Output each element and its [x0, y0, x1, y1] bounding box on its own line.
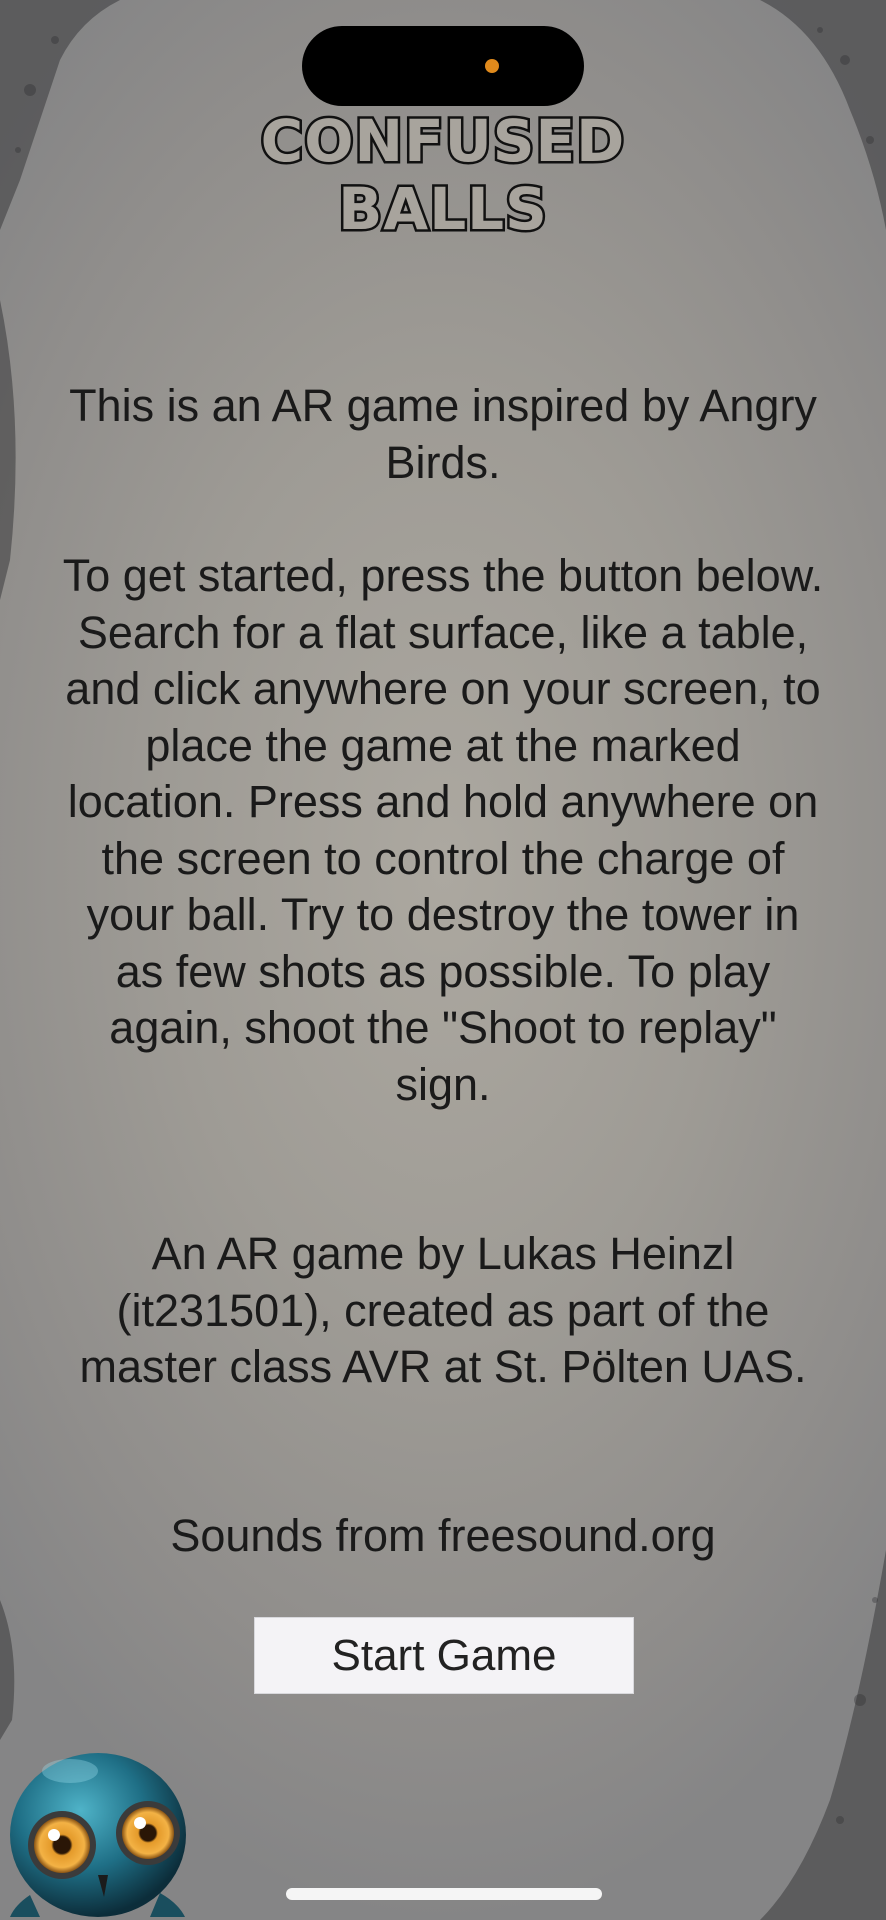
sounds-credit-text: Sounds from freesound.org — [170, 1510, 716, 1561]
game-title-line2: BALLS — [336, 174, 550, 245]
home-indicator[interactable] — [286, 1888, 602, 1900]
credits-text: An AR game by Lukas Heinzl (it231501), c… — [79, 1228, 807, 1392]
intro-text: This is an AR game inspired by Angry Bir… — [69, 380, 817, 488]
start-game-button[interactable]: Start Game — [254, 1617, 634, 1694]
game-title-line1: CONFUSED — [258, 106, 627, 177]
camera-indicator-icon — [485, 59, 499, 73]
instructions-text: To get started, press the button below. … — [62, 550, 824, 1110]
dynamic-island — [302, 26, 584, 106]
ball-mascot-icon — [10, 1753, 186, 1917]
